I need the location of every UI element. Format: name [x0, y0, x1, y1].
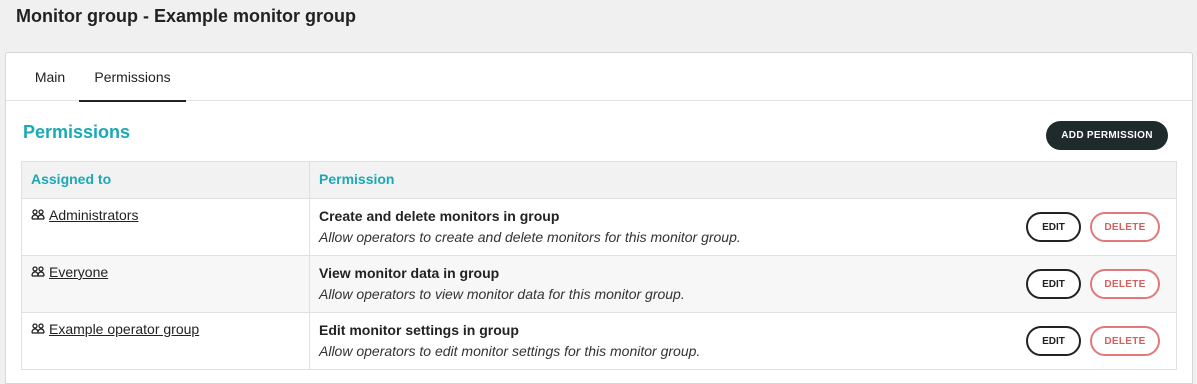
permission-cell: View monitor data in group Allow operato… — [309, 255, 1177, 313]
row-actions: EDIT DELETE — [1026, 326, 1160, 356]
assigned-cell: Example operator group — [21, 312, 310, 370]
edit-button[interactable]: EDIT — [1026, 212, 1081, 242]
main-panel: Main Permissions Permissions ADD PERMISS… — [5, 52, 1193, 384]
table-row: Administrators Create and delete monitor… — [21, 198, 1177, 256]
page-title: Monitor group - Example monitor group — [16, 6, 356, 26]
header-assigned-to: Assigned to — [21, 161, 310, 199]
table-row: Everyone View monitor data in group Allo… — [21, 255, 1177, 313]
tab-permissions[interactable]: Permissions — [79, 53, 186, 102]
table-header-row: Assigned to Permission — [21, 161, 1177, 199]
assigned-cell: Everyone — [21, 255, 310, 313]
tab-main[interactable]: Main — [22, 53, 78, 101]
table-row: Example operator group Edit monitor sett… — [21, 312, 1177, 370]
delete-button[interactable]: DELETE — [1090, 269, 1160, 299]
permissions-table: Assigned to Permission Administrators Cr… — [21, 161, 1177, 370]
assigned-link[interactable]: Everyone — [49, 264, 108, 280]
delete-button[interactable]: DELETE — [1090, 326, 1160, 356]
group-icon — [31, 209, 45, 220]
group-icon — [31, 323, 45, 334]
delete-button[interactable]: DELETE — [1090, 212, 1160, 242]
edit-button[interactable]: EDIT — [1026, 269, 1081, 299]
assigned-link[interactable]: Example operator group — [49, 321, 199, 337]
assigned-cell: Administrators — [21, 198, 310, 256]
add-permission-button[interactable]: ADD PERMISSION — [1046, 121, 1168, 150]
section-title: Permissions — [23, 122, 131, 142]
group-icon — [31, 266, 45, 277]
tab-bar: Main Permissions — [6, 53, 1192, 102]
edit-button[interactable]: EDIT — [1026, 326, 1081, 356]
assigned-link[interactable]: Administrators — [49, 207, 138, 223]
row-actions: EDIT DELETE — [1026, 269, 1160, 299]
header-permission: Permission — [309, 161, 1177, 199]
permission-cell: Create and delete monitors in group Allo… — [309, 198, 1177, 256]
row-actions: EDIT DELETE — [1026, 212, 1160, 242]
permission-cell: Edit monitor settings in group Allow ope… — [309, 312, 1177, 370]
